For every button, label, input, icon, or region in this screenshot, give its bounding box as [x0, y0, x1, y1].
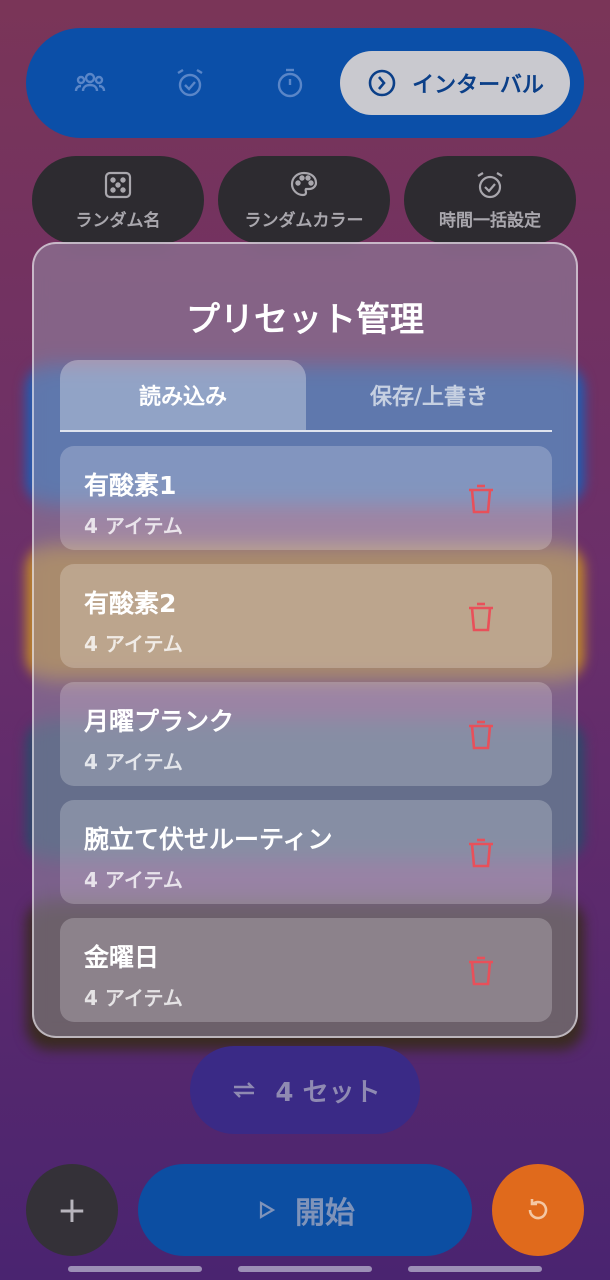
tab-save-overwrite[interactable]: 保存/上書き: [306, 360, 552, 430]
preset-count: 4 アイテム: [84, 632, 183, 656]
preset-item[interactable]: 有酸素2 4 アイテム: [60, 564, 552, 668]
preset-name: 金曜日: [84, 943, 160, 972]
nav-handle-left: [68, 1266, 202, 1272]
stopwatch-icon: [277, 68, 303, 98]
dialog-title: プリセット管理: [186, 300, 424, 340]
preset-item[interactable]: 腕立て伏せルーティン 4 アイテム: [60, 800, 552, 904]
trash-icon[interactable]: [466, 719, 496, 751]
alarm-check-icon: [477, 171, 503, 198]
bulk-time-button[interactable]: 時間一括設定: [404, 156, 576, 244]
trash-icon[interactable]: [466, 483, 496, 515]
palette-icon: [290, 171, 318, 196]
mode-group-button[interactable]: [40, 51, 140, 115]
mode-stopwatch-button[interactable]: [240, 51, 340, 115]
reset-button[interactable]: [492, 1164, 584, 1256]
group-icon: [74, 72, 106, 92]
tool-row: ランダム名 ランダムカラー 時間一括設定: [32, 156, 576, 244]
trash-icon[interactable]: [466, 601, 496, 633]
preset-count: 4 アイテム: [84, 868, 183, 892]
tab-load[interactable]: 読み込み: [60, 360, 306, 430]
preset-count: 4 アイテム: [84, 986, 183, 1010]
mode-alarm-button[interactable]: [140, 51, 240, 115]
add-button[interactable]: +: [26, 1164, 118, 1256]
sets-button[interactable]: 4 セット: [190, 1046, 420, 1134]
random-name-label: ランダム名: [75, 210, 161, 231]
plus-icon: +: [56, 1189, 88, 1231]
start-button[interactable]: 開始: [138, 1164, 472, 1256]
mode-interval-button[interactable]: インターバル: [340, 51, 570, 115]
repeat-icon: [233, 1082, 256, 1098]
bulk-time-label: 時間一括設定: [439, 210, 541, 231]
bottom-bar: + 開始: [26, 1164, 584, 1256]
dice-icon: [104, 171, 132, 198]
alarm-icon: [177, 68, 203, 97]
preset-count: 4 アイテム: [84, 750, 183, 774]
mode-interval-label: インターバル: [412, 73, 544, 98]
play-icon: [259, 1201, 276, 1219]
preset-name: 腕立て伏せルーティン: [84, 825, 333, 854]
tabs-divider: [60, 430, 552, 432]
sets-label: 4 セット: [275, 1077, 381, 1108]
preset-list: 有酸素1 4 アイテム 有酸素2 4 アイテム 月曜プランク 4 アイテム 腕立…: [60, 446, 552, 1036]
random-color-button[interactable]: ランダムカラー: [218, 156, 390, 244]
preset-item[interactable]: 金曜日 4 アイテム: [60, 918, 552, 1022]
preset-manager-dialog: プリセット管理 読み込み 保存/上書き 有酸素1 4 アイテム 有酸素2 4 ア…: [32, 242, 578, 1038]
mode-selector: インターバル: [26, 28, 584, 138]
preset-name: 有酸素1: [84, 471, 177, 500]
preset-item[interactable]: 有酸素1 4 アイテム: [60, 446, 552, 550]
trash-icon[interactable]: [466, 837, 496, 869]
preset-tabs: 読み込み 保存/上書き: [60, 360, 552, 430]
trash-icon[interactable]: [466, 955, 496, 987]
random-color-label: ランダムカラー: [244, 210, 364, 231]
preset-count: 4 アイテム: [84, 514, 183, 538]
preset-name: 月曜プランク: [84, 707, 235, 736]
start-label: 開始: [295, 1196, 355, 1231]
preset-name: 有酸素2: [84, 589, 177, 618]
reset-icon: [528, 1199, 548, 1220]
interval-icon: [368, 69, 396, 97]
preset-item[interactable]: 月曜プランク 4 アイテム: [60, 682, 552, 786]
nav-handle-center: [238, 1266, 372, 1272]
random-name-button[interactable]: ランダム名: [32, 156, 204, 244]
nav-handle-right: [408, 1266, 542, 1272]
